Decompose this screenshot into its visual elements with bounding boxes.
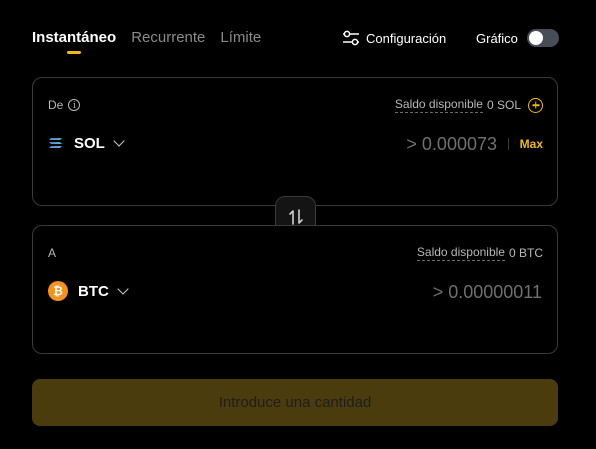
to-label-group: A	[48, 246, 56, 260]
to-label: A	[48, 246, 57, 260]
to-balance-value: 0 BTC	[508, 246, 543, 260]
solana-icon	[49, 138, 62, 148]
add-funds-icon[interactable]	[528, 97, 543, 113]
chart-toggle[interactable]	[526, 29, 559, 47]
chart-toggle-group: Gráfico	[476, 28, 559, 48]
convert-panel: Instantáneo Recurrente Límite Configurac…	[0, 0, 596, 449]
from-card: De i Saldo disponible 0 SOL SOL > 0.0000…	[32, 77, 558, 206]
from-balance: Saldo disponible 0 SOL	[394, 96, 543, 114]
to-amount-input[interactable]: > 0.00000011	[433, 281, 542, 303]
from-asset-name: SOL	[74, 134, 105, 152]
enter-amount-button[interactable]: Introduce una cantidad	[32, 379, 558, 426]
from-balance-label[interactable]: Saldo disponible	[394, 97, 483, 113]
bitcoin-icon: ₿	[48, 281, 68, 301]
settings-button[interactable]: Configuración	[342, 28, 446, 48]
tab-instant[interactable]: Instantáneo	[32, 28, 116, 54]
mode-tabs: Instantáneo Recurrente Límite	[32, 28, 261, 54]
info-icon[interactable]: i	[68, 99, 81, 111]
tab-recurring[interactable]: Recurrente	[131, 28, 205, 48]
from-label-group: De i	[48, 98, 81, 112]
chart-toggle-label: Gráfico	[476, 30, 518, 46]
toggle-knob	[528, 31, 543, 45]
sliders-icon	[343, 30, 359, 46]
from-asset-selector[interactable]: SOL	[48, 132, 125, 154]
to-asset-selector[interactable]: ₿ BTC	[48, 280, 129, 302]
to-balance: Saldo disponible 0 BTC	[416, 244, 543, 262]
to-balance-label[interactable]: Saldo disponible	[416, 245, 505, 261]
to-asset-name: BTC	[78, 282, 109, 300]
chevron-down-icon	[117, 283, 129, 295]
from-label: De	[48, 98, 64, 112]
max-button[interactable]: Max	[520, 136, 543, 152]
amount-divider	[508, 138, 509, 150]
settings-label: Configuración	[366, 30, 447, 46]
tab-limit[interactable]: Límite	[220, 28, 261, 48]
from-balance-value: 0 SOL	[486, 98, 521, 112]
from-amount-input[interactable]: > 0.000073	[406, 133, 497, 155]
to-card: A Saldo disponible 0 BTC ₿ BTC > 0.00000…	[32, 225, 558, 354]
chevron-down-icon	[113, 135, 125, 147]
swap-arrows-icon	[288, 208, 303, 225]
